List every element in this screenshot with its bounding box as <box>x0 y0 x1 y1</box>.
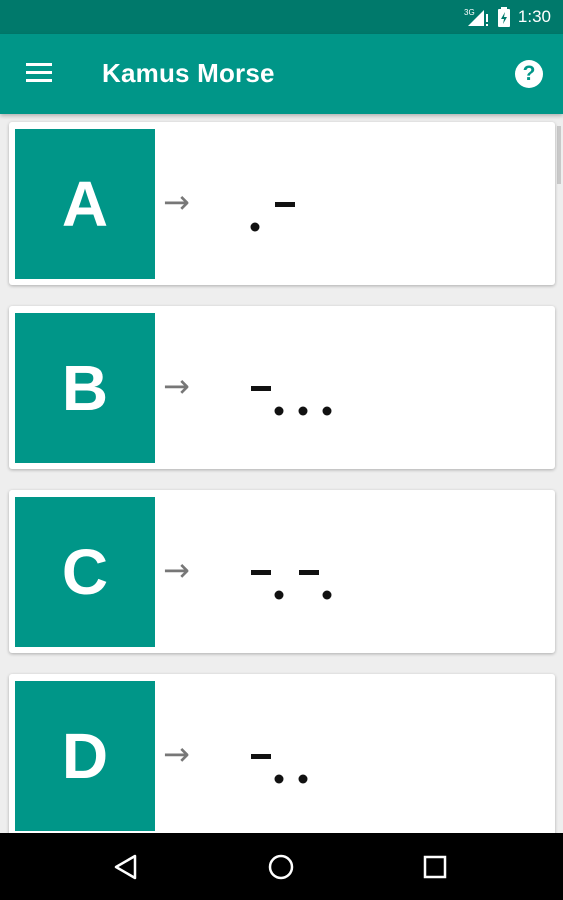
letter-tile: C <box>15 497 155 647</box>
scrollbar[interactable] <box>557 126 561 184</box>
app-bar: Kamus Morse ? <box>0 34 563 114</box>
morse-code <box>239 535 459 615</box>
battery-icon <box>497 7 510 27</box>
morse-symbols <box>251 570 332 600</box>
navigation-bar <box>0 833 563 900</box>
svg-text:3G: 3G <box>464 8 475 17</box>
arrow-right-icon: → <box>163 367 190 405</box>
arrow-right-icon: → <box>163 735 190 773</box>
morse-card-a[interactable]: A → <box>9 122 555 285</box>
morse-list[interactable]: A → B → C → D → <box>0 114 563 833</box>
morse-dot <box>298 774 308 784</box>
arrow-right-icon: → <box>163 551 190 589</box>
morse-card-d[interactable]: D → <box>9 674 555 833</box>
morse-dot <box>322 406 332 416</box>
letter-tile: D <box>15 681 155 831</box>
status-time: 1:30 <box>517 7 551 26</box>
morse-symbols <box>251 386 332 416</box>
morse-symbols <box>250 202 295 232</box>
letter-tile: A <box>15 129 155 279</box>
morse-dash <box>251 386 271 391</box>
arrow-right-icon: → <box>163 183 190 221</box>
morse-card-c[interactable]: C → <box>9 490 555 653</box>
letter-tile: B <box>15 313 155 463</box>
morse-dot <box>298 406 308 416</box>
morse-card-b[interactable]: B → <box>9 306 555 469</box>
signal-3g-icon: 3G <box>464 8 488 26</box>
morse-dot <box>274 774 284 784</box>
hamburger-menu-icon[interactable] <box>18 56 54 92</box>
morse-code <box>239 719 459 799</box>
morse-dash <box>251 570 271 575</box>
help-circle-icon[interactable]: ? <box>515 60 543 88</box>
morse-dot <box>322 590 332 600</box>
recents-square-icon[interactable] <box>419 851 451 883</box>
morse-dot <box>274 406 284 416</box>
status-bar: 3G 1:30 <box>0 0 563 34</box>
morse-dash <box>275 202 295 207</box>
morse-dot <box>250 222 260 232</box>
morse-code <box>239 167 459 247</box>
morse-code <box>239 351 459 431</box>
morse-symbols <box>251 754 308 784</box>
back-triangle-icon[interactable] <box>111 851 143 883</box>
app-title: Kamus Morse <box>102 58 275 88</box>
morse-dash <box>251 754 271 759</box>
home-circle-icon[interactable] <box>265 851 297 883</box>
morse-dash <box>299 570 319 575</box>
morse-dot <box>274 590 284 600</box>
